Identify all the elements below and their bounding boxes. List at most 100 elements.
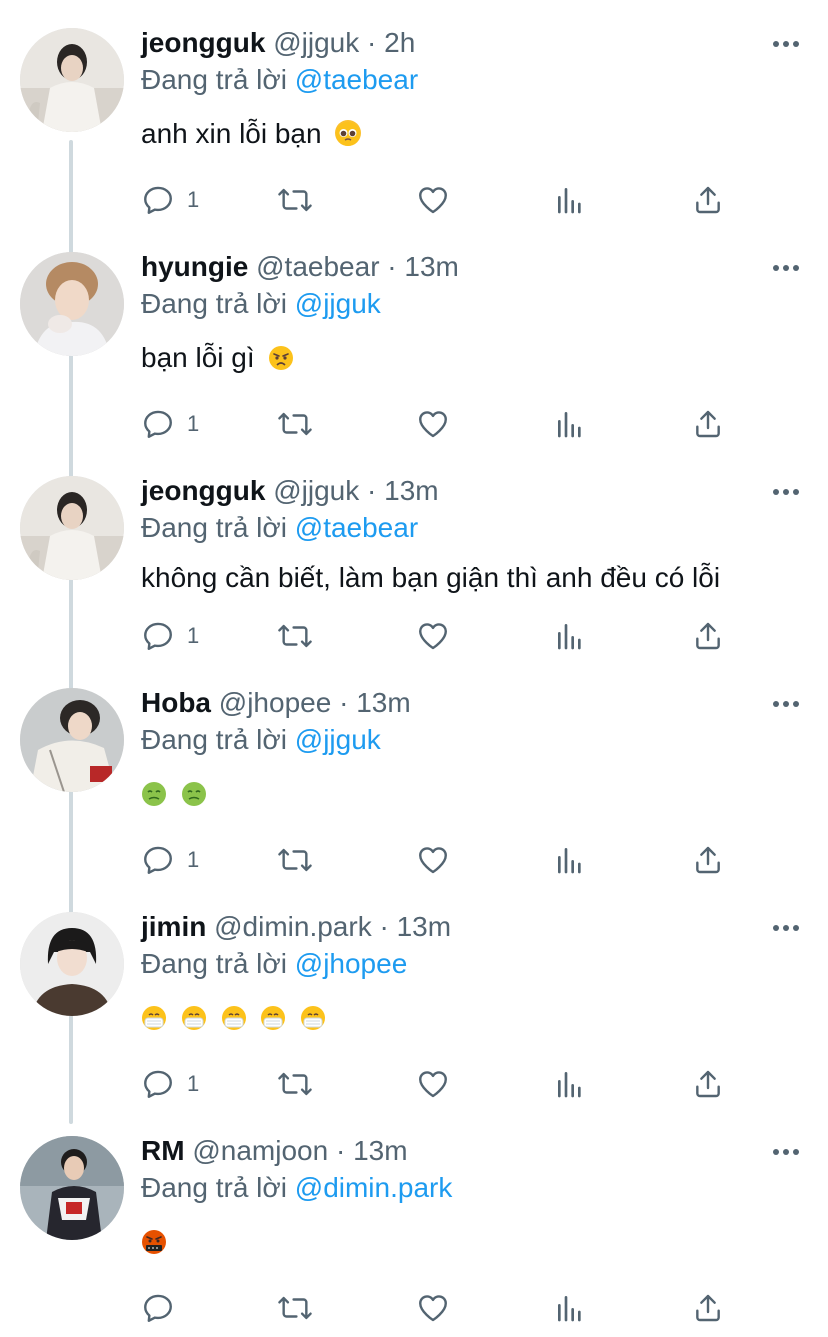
mention-link[interactable]: @dimin.park — [295, 1172, 453, 1203]
reply-button[interactable]: 1 — [141, 404, 199, 444]
display-name[interactable]: RM — [141, 1135, 185, 1166]
more-options-icon[interactable] — [770, 1140, 802, 1164]
mention-link[interactable]: @taebear — [295, 512, 418, 543]
timestamp[interactable]: 2h — [384, 27, 415, 58]
tweet[interactable]: jimin @dimin.park · 13m Đang trả lời @jh… — [0, 911, 828, 1104]
reply-icon — [144, 622, 172, 650]
reply-button[interactable]: 1 — [141, 1064, 199, 1104]
like-button[interactable] — [416, 404, 450, 444]
avatar[interactable] — [20, 688, 124, 792]
tweet-text-content: anh xin lỗi bạn — [141, 118, 322, 149]
more-options-icon[interactable] — [770, 256, 802, 280]
display-name[interactable]: Hoba — [141, 687, 211, 718]
tweet-actions — [141, 1288, 741, 1328]
user-handle[interactable]: @dimin.park — [214, 911, 372, 942]
reply-button[interactable]: 1 — [141, 180, 199, 220]
reply-icon — [144, 1294, 172, 1322]
replying-to: Đang trả lời @dimin.park — [141, 1170, 452, 1206]
reply-icon — [144, 1070, 172, 1098]
timestamp[interactable]: 13m — [397, 911, 451, 942]
reply-button[interactable]: 1 — [141, 840, 199, 880]
tweet[interactable]: jeongguk @jjguk · 13m Đang trả lời @taeb… — [0, 474, 828, 656]
tweet-text — [141, 1000, 326, 1036]
like-button[interactable] — [416, 840, 450, 880]
tweet-header: jeongguk @jjguk · 2h — [141, 26, 415, 60]
replying-to-label: Đang trả lời — [141, 948, 287, 979]
timestamp[interactable]: 13m — [353, 1135, 407, 1166]
avatar[interactable] — [20, 476, 124, 580]
analytics-button[interactable] — [554, 404, 586, 444]
user-handle[interactable]: @jjguk — [273, 27, 359, 58]
analytics-icon — [558, 848, 581, 874]
replying-to: Đang trả lời @taebear — [141, 62, 418, 98]
separator-dot: · — [367, 27, 377, 58]
like-button[interactable] — [416, 616, 450, 656]
like-button[interactable] — [416, 180, 450, 220]
timestamp[interactable]: 13m — [356, 687, 410, 718]
tweet[interactable]: jeongguk @jjguk · 2h Đang trả lời @taebe… — [0, 26, 828, 220]
reply-button[interactable]: 1 — [141, 616, 199, 656]
avatar[interactable] — [20, 1136, 124, 1240]
display-name[interactable]: jimin — [141, 911, 206, 942]
replying-to: Đang trả lời @taebear — [141, 510, 418, 546]
separator-dot: · — [379, 911, 389, 942]
mention-link[interactable]: @jjguk — [295, 288, 381, 319]
tweet[interactable]: hyungie @taebear · 13m Đang trả lời @jjg… — [0, 251, 828, 444]
analytics-button[interactable] — [554, 1064, 586, 1104]
avatar[interactable] — [20, 912, 124, 1016]
share-button[interactable] — [692, 840, 724, 880]
mention-link[interactable]: @taebear — [295, 64, 418, 95]
heart-icon — [419, 847, 447, 874]
display-name[interactable]: jeongguk — [141, 475, 265, 506]
retweet-button[interactable] — [276, 616, 314, 656]
retweet-button[interactable] — [276, 180, 314, 220]
separator-dot: · — [367, 475, 377, 506]
retweet-button[interactable] — [276, 1288, 314, 1328]
display-name[interactable]: hyungie — [141, 251, 248, 282]
share-button[interactable] — [692, 404, 724, 444]
share-icon — [696, 186, 720, 214]
analytics-button[interactable] — [554, 180, 586, 220]
reply-icon — [144, 410, 172, 438]
display-name[interactable]: jeongguk — [141, 27, 265, 58]
tweet[interactable]: Hoba @jhopee · 13m Đang trả lời @jjguk 1 — [0, 687, 828, 880]
replying-to-label: Đang trả lời — [141, 724, 287, 755]
heart-icon — [419, 623, 447, 650]
mask-face-emoji — [141, 1004, 167, 1030]
more-options-icon[interactable] — [770, 692, 802, 716]
reply-button[interactable] — [141, 1288, 187, 1328]
like-button[interactable] — [416, 1288, 450, 1328]
retweet-button[interactable] — [276, 1064, 314, 1104]
mask-face-emoji — [181, 1004, 207, 1030]
avatar[interactable] — [20, 28, 124, 132]
user-handle[interactable]: @namjoon — [192, 1135, 328, 1166]
retweet-icon — [278, 848, 312, 872]
user-handle[interactable]: @jhopee — [219, 687, 332, 718]
mention-link[interactable]: @jhopee — [295, 948, 408, 979]
share-button[interactable] — [692, 616, 724, 656]
share-button[interactable] — [692, 1064, 724, 1104]
timestamp[interactable]: 13m — [404, 251, 458, 282]
more-options-icon[interactable] — [770, 916, 802, 940]
more-options-icon[interactable] — [770, 480, 802, 504]
more-options-icon[interactable] — [770, 32, 802, 56]
like-button[interactable] — [416, 1064, 450, 1104]
analytics-button[interactable] — [554, 616, 586, 656]
avatar[interactable] — [20, 252, 124, 356]
retweet-button[interactable] — [276, 840, 314, 880]
tweet[interactable]: RM @namjoon · 13m Đang trả lời @dimin.pa… — [0, 1135, 828, 1332]
user-handle[interactable]: @jjguk — [273, 475, 359, 506]
share-button[interactable] — [692, 1288, 724, 1328]
user-handle[interactable]: @taebear — [256, 251, 379, 282]
timestamp[interactable]: 13m — [384, 475, 438, 506]
analytics-button[interactable] — [554, 840, 586, 880]
reply-count: 1 — [187, 1071, 200, 1096]
replying-to: Đang trả lời @jhopee — [141, 946, 407, 982]
mention-link[interactable]: @jjguk — [295, 724, 381, 755]
tweet-header: jeongguk @jjguk · 13m — [141, 474, 439, 508]
retweet-button[interactable] — [276, 404, 314, 444]
retweet-icon — [278, 624, 312, 648]
analytics-button[interactable] — [554, 1288, 586, 1328]
reply-icon — [144, 846, 172, 874]
share-button[interactable] — [692, 180, 724, 220]
